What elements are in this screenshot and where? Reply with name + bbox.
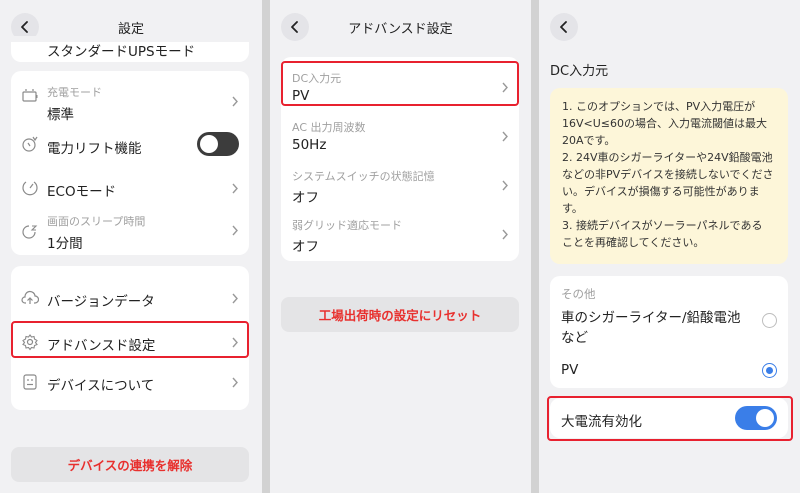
switch-memory-label: システムスイッチの状態記憶 [292,170,435,183]
weak-grid-label: 弱グリッド適応モード [292,219,402,232]
chevron-right-icon [232,377,238,388]
note-line: ことを再確認してください。 [562,236,705,249]
option-other-radio[interactable] [762,313,777,328]
factory-reset-button[interactable]: 工場出荷時の設定にリセット [281,297,519,332]
chevron-right-icon [232,225,238,236]
about-device-row[interactable]: デバイスについて [11,362,249,402]
battery-charge-icon [22,89,38,102]
option-pv-row[interactable]: PV [550,358,788,382]
power-lift-icon [22,136,38,152]
ac-frequency-value: 50Hz [292,137,327,153]
switch-memory-row[interactable]: システムスイッチの状態記憶 オフ [281,160,519,206]
note-line: 2. 24V車のシガーライターや24V鉛酸電池 [562,151,773,164]
eco-mode-row[interactable]: ECOモード [11,167,249,207]
chevron-right-icon [232,96,238,107]
cloud-upload-icon [21,290,39,304]
note-line: 16V<U≤60の場合、入力電流閾値は最大 [562,117,768,130]
screen-sleep-row[interactable]: 画面のスリープ時間 1分間 [11,207,249,255]
back-arrow-icon [560,21,567,33]
back-button[interactable] [550,13,578,41]
screen-sleep-value: 1分間 [47,236,83,252]
charge-mode-value: 標準 [47,107,74,123]
ups-mode-label: スタンダードUPSモード [47,44,196,60]
section-title: DC入力元 [550,64,609,79]
settings-panel: 設定 スタンダードUPSモード 充電モード 標準 電力リフト機能 ECOモード … [0,0,262,493]
page-title: アドバンスド設定 [348,22,453,37]
ac-frequency-row[interactable]: AC 出力周波数 50Hz [281,111,519,157]
dc-input-panel: DC入力元 1. このオプションでは、PV入力電圧が 16V<U≤60の場合、入… [539,0,800,493]
chevron-right-icon [502,229,508,240]
version-row[interactable]: バージョンデータ [11,278,249,318]
device-info-icon [23,374,37,390]
note-line: 20Aです。 [562,134,616,147]
option-other-row[interactable]: 車のシガーライター/鉛酸電池 など [550,302,788,350]
weak-grid-row[interactable]: 弱グリッド適応モード オフ [281,209,519,255]
source-options-card: その他 車のシガーライター/鉛酸電池 など PV [550,276,788,388]
chevron-right-icon [232,183,238,194]
chevron-right-icon [232,293,238,304]
high-current-highlight [547,396,793,441]
dc-input-highlight [281,61,519,106]
power-lift-row: 電力リフト機能 [11,123,249,163]
switch-memory-value: オフ [292,190,319,206]
advanced-settings-highlight [11,321,249,358]
charge-mode-row[interactable]: 充電モード 標準 [11,71,249,123]
sleep-timer-icon [22,225,38,239]
note-line: 1. このオプションでは、PV入力電圧が [562,100,756,113]
power-lift-toggle[interactable] [197,132,239,156]
settings-card: 充電モード 標準 電力リフト機能 ECOモード 画面のスリープ時間 1分間 [11,71,249,255]
group-label: その他 [561,287,596,301]
charge-mode-label: 充電モード [47,86,102,99]
weak-grid-value: オフ [292,239,319,255]
option-other-line1: 車のシガーライター/鉛酸電池 [561,310,741,326]
page-title: 設定 [117,22,144,37]
ac-frequency-label: AC 出力周波数 [292,121,366,134]
chevron-right-icon [502,180,508,191]
note-line: す。 [562,202,583,215]
screen-sleep-label: 画面のスリープ時間 [47,215,146,228]
eco-mode-label: ECOモード [47,184,117,200]
dc-input-note: 1. このオプションでは、PV入力電圧が 16V<U≤60の場合、入力電流閾値は… [550,88,788,264]
note-line: い。デバイスが損傷する可能性がありま [562,185,760,198]
option-pv-label: PV [561,362,579,378]
chevron-right-icon [502,131,508,142]
eco-icon [22,181,38,196]
version-label: バージョンデータ [47,294,155,310]
note-line: などの非PVデバイスを接続しないでくださ [562,168,774,181]
option-pv-radio[interactable] [762,363,777,378]
unlink-device-button[interactable]: デバイスの連携を解除 [11,447,249,482]
advanced-settings-panel: アドバンスド設定 DC入力元 PV AC 出力周波数 50Hz システムスイッチ… [270,0,531,493]
note-line: 3. 接続デバイスがソーラーパネルである [562,219,763,232]
option-other-line2: など [561,330,588,346]
about-device-label: デバイスについて [47,378,155,394]
power-lift-label: 電力リフト機能 [47,141,142,157]
